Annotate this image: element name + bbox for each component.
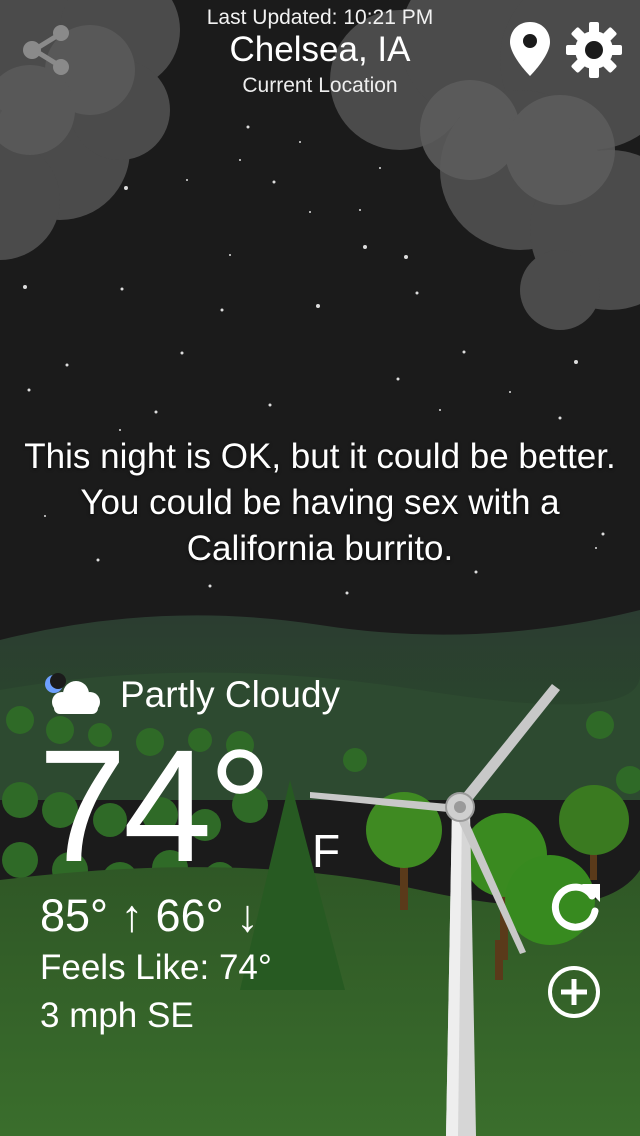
temperature-unit[interactable]: F <box>312 824 340 878</box>
wind-text: 3 mph SE <box>40 996 194 1035</box>
location-pin-icon[interactable] <box>508 20 552 78</box>
current-temperature: 74° <box>38 716 272 895</box>
refresh-icon[interactable] <box>546 878 604 936</box>
weather-phrase: This night is OK, but it could be better… <box>24 437 616 568</box>
add-circle-icon[interactable] <box>546 964 602 1020</box>
high-low-temperature: 85° ↑ 66° ↓ <box>40 890 259 941</box>
condition-text: Partly Cloudy <box>120 674 341 715</box>
gear-icon[interactable] <box>564 20 624 80</box>
share-icon[interactable] <box>18 22 74 78</box>
header: Last Updated: 10:21 PM Chelsea, IA Curre… <box>0 0 640 110</box>
feels-like-text: Feels Like: 74° <box>40 948 272 987</box>
partly-cloudy-night-icon <box>45 673 100 714</box>
